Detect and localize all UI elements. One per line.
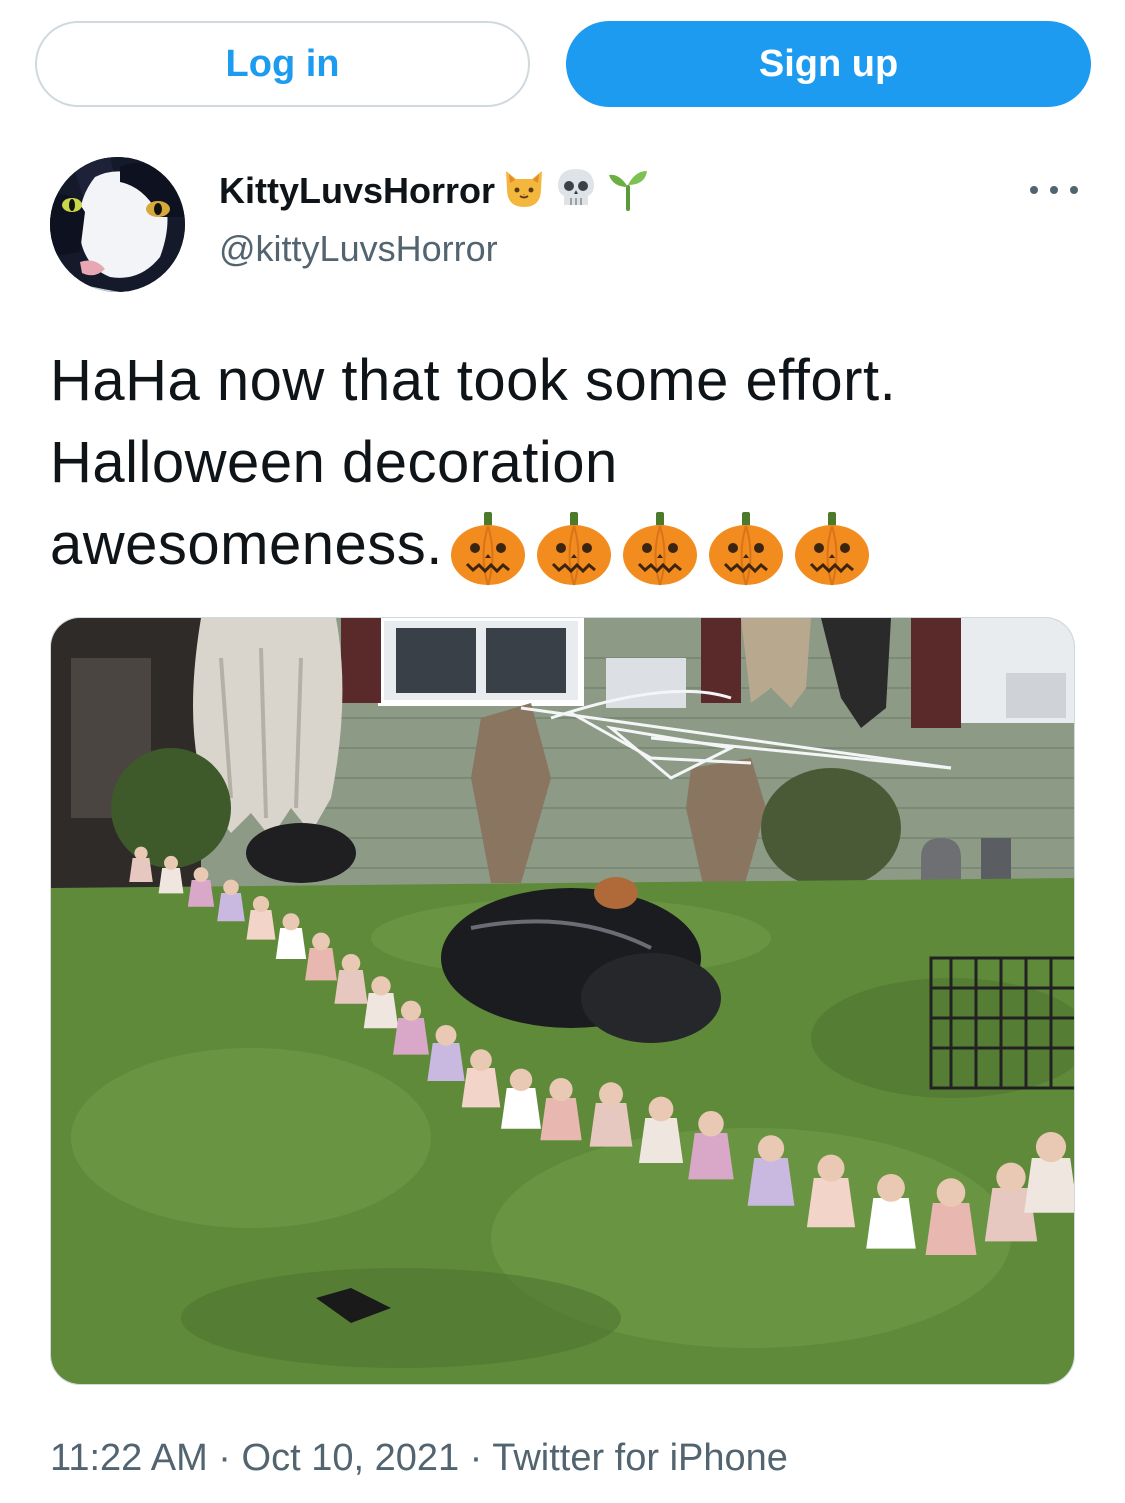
tweet-time[interactable]: 11:22 AM: [50, 1437, 208, 1479]
user-handle[interactable]: @kittyLuvsHorror: [219, 228, 498, 270]
jack-o-lantern-icon: [794, 511, 869, 585]
more-options-button[interactable]: [1030, 176, 1078, 204]
user-name-row: KittyLuvsHorror: [219, 165, 651, 216]
tweet-source[interactable]: Twitter for iPhone: [492, 1437, 788, 1479]
display-name[interactable]: KittyLuvsHorror: [219, 170, 495, 212]
tweet-meta: 11:22 AM · Oct 10, 2021 · Twitter for iP…: [50, 1437, 788, 1480]
dot-icon: [1030, 186, 1038, 194]
tweet-line-3: awesomeness.: [50, 512, 443, 577]
separator: ·: [469, 1437, 483, 1479]
cat-face-icon: [501, 165, 547, 216]
skull-icon: [553, 165, 599, 216]
dot-icon: [1070, 186, 1078, 194]
seedling-icon: [605, 165, 651, 216]
tweet-line-2: Halloween decoration: [50, 430, 618, 495]
login-label: Log in: [225, 42, 340, 85]
jack-o-lantern-icon: [450, 511, 525, 585]
jack-o-lantern-icon: [622, 511, 697, 585]
jack-o-lantern-icon: [708, 511, 783, 585]
jack-o-lantern-icon: [536, 511, 611, 585]
halloween-yard-image: [51, 618, 1074, 1384]
login-button[interactable]: Log in: [35, 21, 530, 107]
tweet-photo[interactable]: [50, 617, 1075, 1385]
separator: ·: [218, 1437, 231, 1479]
tweet-line-3-wrap: awesomeness.: [50, 504, 1080, 588]
tweet-line-1: HaHa now that took some effort.: [50, 348, 897, 413]
signup-button[interactable]: Sign up: [566, 21, 1091, 107]
cat-avatar-icon: [50, 157, 185, 292]
tweet-date[interactable]: Oct 10, 2021: [242, 1437, 460, 1479]
signup-label: Sign up: [758, 42, 899, 85]
pumpkin-emoji-row: [449, 510, 879, 588]
dot-icon: [1050, 186, 1058, 194]
avatar[interactable]: [50, 157, 185, 292]
tweet-text: HaHa now that took some effort. Hallowee…: [50, 340, 1080, 588]
